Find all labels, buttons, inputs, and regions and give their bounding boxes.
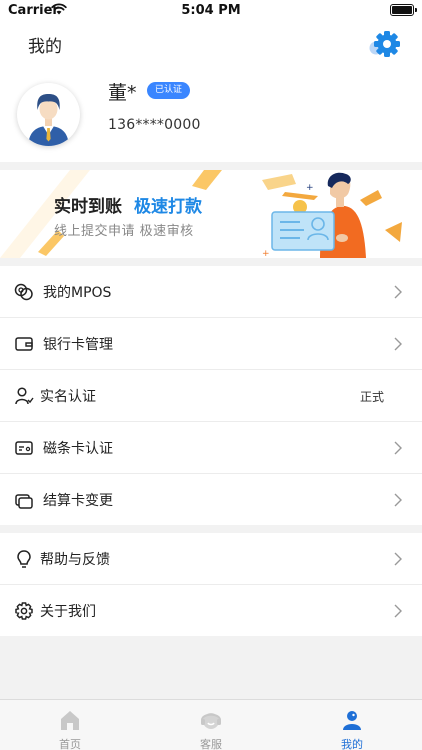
chevron-right-icon (394, 285, 402, 299)
menu-item-label: 银行卡管理 (43, 337, 113, 353)
verified-badge: 已认证 (147, 82, 191, 99)
menu-item-label: 帮助与反馈 (40, 552, 110, 568)
card-icon (15, 441, 33, 455)
customer-service-icon (201, 713, 221, 729)
menu-item-magstripe[interactable]: 磁条卡认证 (0, 422, 422, 474)
profile-card[interactable]: 董* 已认证 136****0000 (0, 66, 422, 162)
user-phone: 136****0000 (108, 117, 201, 133)
wallet-icon (15, 337, 33, 351)
menu-item-about-us[interactable]: 关于我们 (0, 585, 422, 637)
menu-item-label: 磁条卡认证 (43, 441, 113, 457)
chevron-right-icon (394, 552, 402, 566)
tab-mine[interactable]: 我的 (282, 700, 422, 750)
svg-text:+: + (306, 183, 314, 193)
status-time: 5:04 PM (181, 3, 241, 18)
menu-item-label: 关于我们 (40, 604, 96, 620)
home-icon (61, 711, 79, 730)
chevron-right-icon (394, 604, 402, 618)
menu-item-bank-cards[interactable]: 银行卡管理 (0, 318, 422, 370)
user-avatar-icon (28, 94, 69, 146)
promo-banner[interactable]: + + + 实时到账 极速打款 线上提交申请 极速审核 (0, 170, 422, 258)
banner-subtitle: 线上提交申请 极速审核 (54, 224, 194, 239)
page-title: 我的 (28, 37, 62, 57)
cards-change-icon (15, 494, 33, 509)
menu-group-support: 帮助与反馈 关于我们 (0, 533, 422, 636)
menu-item-label: 我的MPOS (43, 285, 112, 301)
tab-label: 首页 (59, 738, 81, 750)
chevron-right-icon (394, 441, 402, 455)
banner-title: 实时到账 (54, 197, 122, 217)
mpos-icon (14, 283, 33, 301)
menu-item-mpos[interactable]: 我的MPOS (0, 266, 422, 318)
gear-icon (15, 602, 33, 620)
gear-icon[interactable] (368, 28, 402, 60)
chevron-right-icon (394, 337, 402, 351)
menu-item-settlement-card[interactable]: 结算卡变更 (0, 474, 422, 526)
verification-status: 正式 (359, 390, 384, 404)
battery-icon (390, 4, 417, 16)
tab-customer-service[interactable]: 客服 (141, 700, 281, 750)
banner-title-highlight: 极速打款 (134, 197, 202, 217)
menu-item-label: 实名认证 (40, 389, 96, 405)
user-name: 董* (108, 82, 137, 104)
tab-home[interactable]: 首页 (0, 700, 140, 750)
bulb-icon (17, 550, 31, 568)
nav-bar: 我的 (0, 22, 422, 66)
user-verify-icon (15, 387, 34, 405)
chevron-right-icon (394, 493, 402, 507)
status-bar: Carrier 5:04 PM (0, 0, 422, 22)
avatar[interactable] (17, 83, 80, 146)
menu-item-real-name[interactable]: 实名认证 正式 (0, 370, 422, 422)
tab-label: 我的 (341, 738, 363, 750)
menu-group-account: 我的MPOS 银行卡管理 实名认证 正式 磁条卡认证 结算卡变更 (0, 266, 422, 525)
tab-bar: 首页 客服 我的 (0, 699, 422, 750)
svg-text:+: + (262, 249, 270, 258)
tab-label: 客服 (200, 738, 222, 750)
menu-item-help-feedback[interactable]: 帮助与反馈 (0, 533, 422, 585)
profile-icon (343, 711, 361, 730)
menu-item-label: 结算卡变更 (43, 493, 113, 509)
